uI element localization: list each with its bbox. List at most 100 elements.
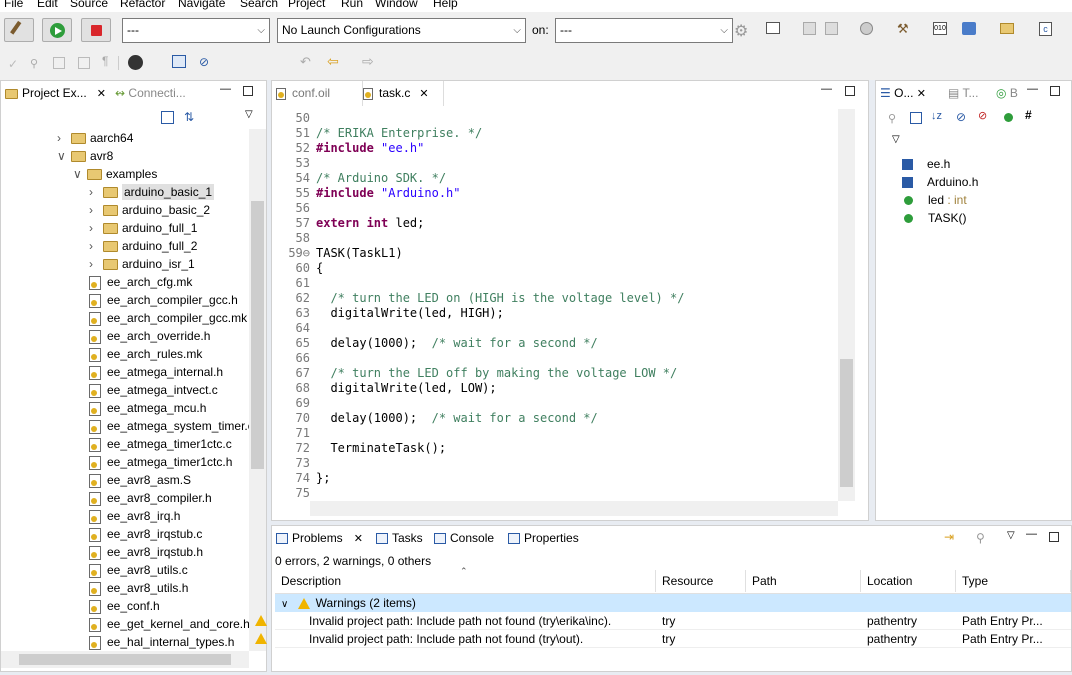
tree-file[interactable]: ee_atmega_intvect.c — [1, 381, 218, 399]
tab-properties[interactable]: Properties — [508, 526, 579, 551]
search-icon[interactable]: ⚲ — [30, 57, 38, 70]
filter-icon[interactable]: ⊘ — [199, 55, 209, 69]
menu-item-window[interactable]: Window — [375, 0, 418, 10]
tab-connections[interactable]: ↭ Connecti... — [115, 81, 215, 106]
close-icon[interactable]: ✕ — [917, 88, 926, 100]
new-wizard-icon[interactable] — [766, 22, 780, 34]
history-back-icon[interactable]: ↶ — [300, 54, 311, 70]
close-icon[interactable]: ✕ — [419, 88, 428, 100]
column-header-type[interactable]: Type — [956, 570, 1071, 592]
maximize-icon[interactable] — [845, 86, 855, 96]
hide-non-public-icon[interactable]: ⊘ — [956, 110, 966, 124]
navigate-forward-icon[interactable]: ⇨ — [362, 53, 374, 70]
toggle-icon[interactable] — [53, 57, 65, 69]
tree-file[interactable]: ee_atmega_internal.h — [1, 363, 223, 381]
menu-item-source[interactable]: Source — [70, 0, 108, 10]
debug-icon[interactable] — [860, 22, 873, 35]
tree-folder[interactable]: ∨ avr8 — [1, 147, 113, 165]
view-menu-icon[interactable]: ▽ — [1007, 530, 1015, 541]
tree-file[interactable]: ee_conf.h — [1, 597, 160, 615]
tree-folder[interactable]: › arduino_isr_1 — [1, 255, 195, 273]
view-menu-icon[interactable]: ▽ — [892, 134, 900, 145]
task-icon[interactable] — [172, 55, 186, 68]
editor-vertical-scrollbar[interactable] — [838, 109, 855, 501]
menu-item-file[interactable]: File — [4, 0, 23, 10]
tab-task-list[interactable]: ▤ T... — [948, 81, 992, 106]
menu-item-run[interactable]: Run — [341, 0, 363, 10]
menu-item-search[interactable]: Search — [240, 0, 278, 10]
expanded-chevron-icon[interactable]: ∨ — [57, 147, 71, 165]
tab-conf-oil[interactable]: conf.oil — [276, 81, 358, 106]
tab-tasks[interactable]: Tasks — [376, 526, 423, 551]
tree-file[interactable]: ee_avr8_utils.h — [1, 579, 188, 597]
menu-item-help[interactable]: Help — [433, 0, 458, 10]
collapsed-chevron-icon[interactable]: › — [89, 237, 103, 255]
column-header-resource[interactable]: Resource — [656, 570, 746, 592]
maximize-icon[interactable] — [1049, 532, 1059, 542]
outline-item[interactable]: TASK() — [902, 209, 966, 227]
tree-file[interactable]: ee_avr8_irqstub.h — [1, 543, 203, 561]
run-button[interactable] — [42, 18, 72, 42]
menu-item-navigate[interactable]: Navigate — [178, 0, 225, 10]
editor-horizontal-scrollbar[interactable] — [310, 501, 838, 516]
new-class-icon[interactable]: c — [1039, 22, 1052, 36]
view-menu-icon[interactable]: ▽ — [245, 109, 253, 120]
minimize-icon[interactable]: — — [1026, 528, 1037, 540]
launch-config-combo[interactable]: No Launch Configurations ⌵ — [277, 18, 526, 43]
build-config-icon[interactable]: ⚒ — [897, 21, 909, 37]
new-project-icon[interactable] — [962, 22, 976, 35]
annotation-icon[interactable]: ✓ — [8, 57, 18, 71]
tree-file[interactable]: ee_arch_compiler_gcc.h — [1, 291, 238, 309]
scrollbar-thumb[interactable] — [840, 359, 853, 487]
tree-file[interactable]: ee_arch_rules.mk — [1, 345, 202, 363]
outline-item[interactable]: Arduino.h — [902, 173, 978, 191]
tab-console[interactable]: Console — [434, 526, 494, 551]
tree-folder[interactable]: › aarch64 — [1, 129, 133, 147]
column-header-location[interactable]: Location — [861, 570, 956, 592]
save-icon[interactable] — [803, 22, 816, 35]
hide-members-icon[interactable] — [1004, 113, 1013, 122]
filter-icon[interactable]: ⚲ — [976, 531, 985, 545]
block-icon[interactable] — [78, 57, 90, 69]
tree-file[interactable]: ee_arch_cfg.mk — [1, 273, 192, 291]
warnings-group-row[interactable]: ∨ Warnings (2 items) — [275, 594, 1071, 612]
tab-outline[interactable]: ☰ O... ✕ — [880, 81, 944, 106]
menu-item-edit[interactable]: Edit — [37, 0, 58, 10]
tree-file[interactable]: ee_avr8_compiler.h — [1, 489, 212, 507]
tree-folder[interactable]: ∨ examples — [1, 165, 157, 183]
tree-file[interactable]: ee_avr8_asm.S — [1, 471, 191, 489]
close-icon[interactable]: ✕ — [97, 88, 106, 100]
tree-file[interactable]: ee_atmega_mcu.h — [1, 399, 206, 417]
collapsed-chevron-icon[interactable]: › — [89, 219, 103, 237]
collapsed-chevron-icon[interactable]: › — [89, 255, 103, 273]
sort-icon[interactable]: ↓z — [931, 110, 942, 122]
tab-project-explorer[interactable]: Project Ex... ✕ — [5, 81, 109, 106]
tree-folder[interactable]: › arduino_basic_2 — [1, 201, 210, 219]
collapsed-chevron-icon[interactable]: › — [89, 201, 103, 219]
save-all-icon[interactable] — [825, 22, 838, 35]
collapse-all-icon[interactable] — [161, 111, 174, 124]
launch-mode-combo[interactable]: --- ⌵ — [122, 18, 270, 43]
problem-row[interactable]: Invalid project path: Include path not f… — [255, 612, 1071, 630]
tree-folder[interactable]: › arduino_full_1 — [1, 219, 197, 237]
tree-file[interactable]: ee_atmega_timer1ctc.c — [1, 435, 232, 453]
tree-file[interactable]: ee_get_kernel_and_core.h — [1, 615, 249, 633]
tree-file[interactable]: ee_atmega_timer1ctc.h — [1, 453, 232, 471]
tree-vertical-scrollbar[interactable] — [249, 129, 266, 651]
outline-item[interactable]: ee.h — [902, 155, 950, 173]
maximize-icon[interactable] — [1050, 86, 1060, 96]
menu-item-project[interactable]: Project — [288, 0, 325, 10]
navigate-back-icon[interactable]: ⇦ — [327, 53, 339, 70]
menu-item-refactor[interactable]: Refactor — [120, 0, 165, 10]
minimize-icon[interactable]: — — [220, 83, 231, 95]
tree-file[interactable]: ee_avr8_utils.c — [1, 561, 188, 579]
collapse-all-icon[interactable] — [910, 112, 922, 124]
expand-icon[interactable]: ∨ — [281, 599, 288, 610]
minimize-icon[interactable]: — — [1027, 83, 1038, 95]
tab-build-targets[interactable]: ◎ B — [996, 81, 1024, 106]
tree-horizontal-scrollbar[interactable] — [1, 651, 249, 668]
hide-static-icon[interactable]: ⊘ — [978, 109, 987, 122]
tab-task-c[interactable]: task.c ✕ — [362, 81, 444, 106]
code-area[interactable]: 50 51 /* ERIKA Enterprise. */ 52 #include "e… — [280, 111, 840, 501]
close-icon[interactable]: ✕ — [351, 533, 363, 545]
